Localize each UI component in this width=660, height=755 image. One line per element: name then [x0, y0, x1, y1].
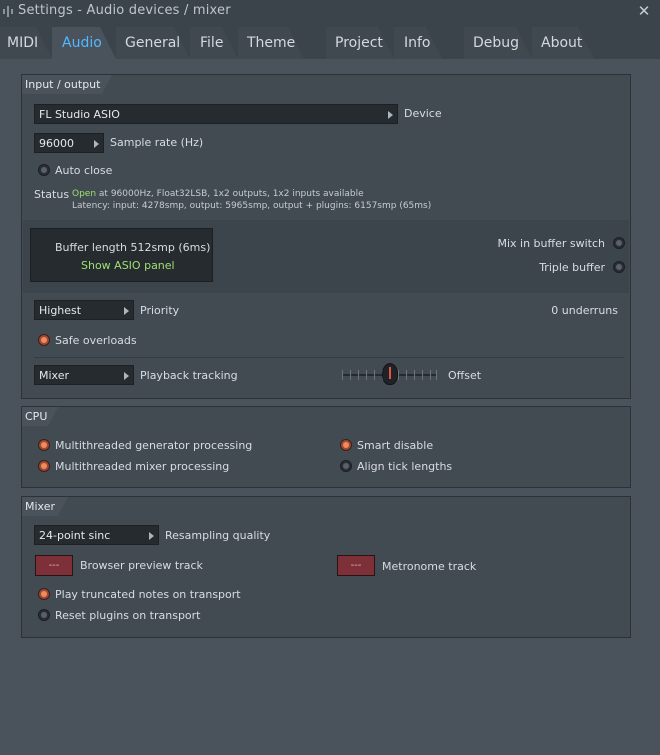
device-value: FL Studio ASIO: [39, 108, 120, 121]
title-bar: Settings - Audio devices / mixer ✕: [0, 0, 660, 24]
tab-file[interactable]: File: [190, 27, 238, 59]
buffer-length-button[interactable]: Buffer length 512smp (6ms) Show ASIO pan…: [30, 228, 213, 282]
triple-buffer-label: Triple buffer: [539, 261, 605, 274]
offset-label: Offset: [448, 369, 482, 382]
smart-disable-label: Smart disable: [357, 439, 434, 452]
input-output-header: Input / output: [22, 75, 112, 94]
underruns-count: 0 underruns: [551, 304, 618, 317]
align-tick-lengths-radio[interactable]: [340, 460, 352, 472]
sample-rate-label: Sample rate (Hz): [110, 136, 204, 149]
status-line-1: Open at 96000Hz, Float32LSB, 1x2 outputs…: [72, 189, 364, 199]
tab-info[interactable]: Info: [394, 27, 442, 59]
status-label: Status: [34, 188, 70, 201]
align-tick-lengths-label: Align tick lengths: [357, 460, 453, 473]
dropdown-arrow-icon: [124, 307, 129, 315]
playback-tracking-dropdown[interactable]: Mixer: [34, 365, 134, 385]
buffer-length-text: Buffer length 512smp (6ms): [55, 241, 211, 254]
browser-preview-track-label: Browser preview track: [80, 559, 203, 572]
dropdown-arrow-icon: [124, 372, 129, 380]
cpu-panel: CPU Multithreaded generator processing M…: [21, 406, 631, 488]
tab-debug[interactable]: Debug: [464, 27, 532, 59]
safe-overloads-label: Safe overloads: [55, 334, 137, 347]
auto-close-label: Auto close: [55, 164, 113, 177]
divider: [34, 357, 624, 358]
tab-bar: MIDI Audio General File Theme Project In…: [0, 24, 660, 59]
window-title: Settings - Audio devices / mixer: [18, 3, 231, 18]
multithreaded-generator-label: Multithreaded generator processing: [55, 439, 253, 452]
priority-label: Priority: [140, 304, 180, 317]
tab-about[interactable]: About: [532, 27, 594, 59]
metronome-track-label: Metronome track: [382, 560, 477, 573]
tab-theme[interactable]: Theme: [238, 27, 304, 59]
playback-tracking-label: Playback tracking: [140, 369, 238, 382]
cpu-header: CPU: [22, 407, 58, 426]
grip-icon[interactable]: [3, 6, 14, 17]
mix-in-buffer-switch-label: Mix in buffer switch: [497, 237, 605, 250]
status-details: at 96000Hz, Float32LSB, 1x2 outputs, 1x2…: [96, 189, 364, 199]
multithreaded-generator-radio[interactable]: [38, 439, 50, 451]
resampling-quality-label: Resampling quality: [165, 529, 271, 542]
priority-dropdown[interactable]: Highest: [34, 300, 134, 320]
metronome-track-button[interactable]: ---: [337, 555, 375, 576]
browser-preview-track-button[interactable]: ---: [35, 555, 73, 576]
auto-close-radio[interactable]: [38, 164, 50, 176]
play-truncated-notes-label: Play truncated notes on transport: [55, 588, 241, 601]
priority-value: Highest: [39, 304, 82, 317]
mixer-panel: Mixer 24-point sinc Resampling quality -…: [21, 496, 631, 638]
buffer-strip: Buffer length 512smp (6ms) Show ASIO pan…: [23, 220, 629, 293]
mix-in-buffer-switch-radio[interactable]: [613, 237, 625, 249]
show-asio-panel-link[interactable]: Show ASIO panel: [81, 259, 175, 272]
sample-rate-value: 96000: [39, 137, 74, 150]
dropdown-arrow-icon: [388, 111, 393, 119]
tab-audio[interactable]: Audio: [52, 27, 116, 59]
smart-disable-radio[interactable]: [340, 439, 352, 451]
status-open: Open: [72, 189, 97, 199]
tab-general[interactable]: General: [116, 27, 190, 59]
multithreaded-mixer-radio[interactable]: [38, 460, 50, 472]
resampling-quality-dropdown[interactable]: 24-point sinc: [34, 525, 159, 545]
dropdown-arrow-icon: [149, 532, 154, 540]
dropdown-arrow-icon: [94, 140, 99, 148]
input-output-panel: Input / output FL Studio ASIO Device 960…: [21, 74, 631, 399]
resampling-quality-value: 24-point sinc: [39, 529, 111, 542]
triple-buffer-radio[interactable]: [613, 261, 625, 273]
offset-slider[interactable]: [342, 363, 437, 385]
playback-tracking-value: Mixer: [39, 369, 70, 382]
mixer-header: Mixer: [22, 497, 68, 516]
device-label: Device: [404, 107, 442, 120]
tab-project[interactable]: Project: [326, 27, 394, 59]
play-truncated-notes-radio[interactable]: [38, 588, 50, 600]
tab-midi[interactable]: MIDI: [0, 27, 52, 59]
status-line-2: Latency: input: 4278smp, output: 5965smp…: [72, 201, 432, 211]
safe-overloads-radio[interactable]: [38, 334, 50, 346]
reset-plugins-radio[interactable]: [38, 609, 50, 621]
device-dropdown[interactable]: FL Studio ASIO: [34, 104, 398, 124]
close-icon[interactable]: ✕: [636, 2, 652, 20]
offset-slider-knob[interactable]: [381, 363, 398, 385]
sample-rate-dropdown[interactable]: 96000: [34, 133, 104, 153]
reset-plugins-label: Reset plugins on transport: [55, 609, 201, 622]
multithreaded-mixer-label: Multithreaded mixer processing: [55, 460, 230, 473]
